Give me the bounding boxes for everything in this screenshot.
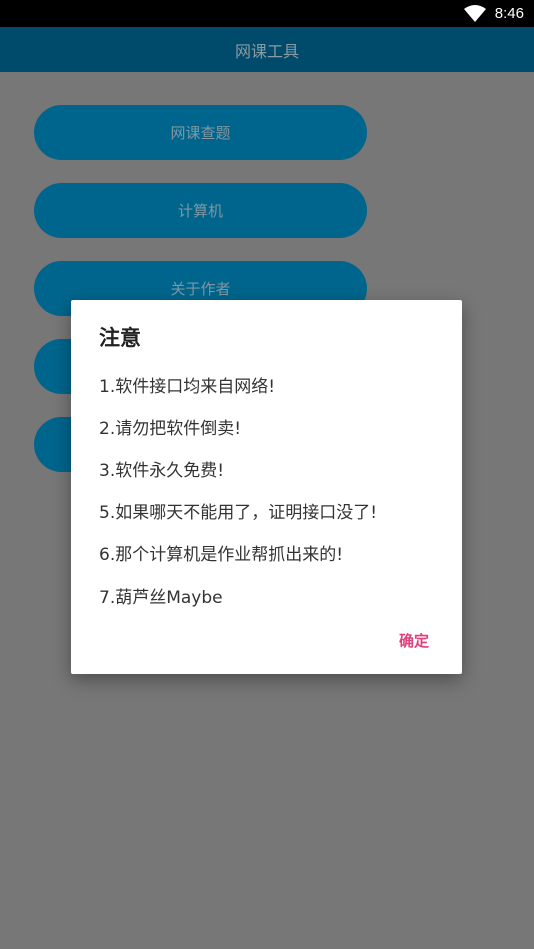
dialog-line: 2.请勿把软件倒卖! xyxy=(99,419,242,439)
dialog-line: 6.那个计算机是作业帮抓出来的! xyxy=(99,545,344,565)
dialog-line: 5.如果哪天不能用了，证明接口没了! xyxy=(99,503,378,523)
app-bar: 网课工具 xyxy=(0,27,534,72)
search-questions-button[interactable]: 网课查题 xyxy=(34,105,367,160)
calculator-button[interactable]: 计算机 xyxy=(34,183,367,238)
dialog-line: 3.软件永久免费! xyxy=(99,461,225,481)
dialog-line: 7.葫芦丝Maybe xyxy=(99,588,223,608)
status-time: 8:46 xyxy=(494,5,524,22)
wifi-icon xyxy=(464,5,486,22)
app-title: 网课工具 xyxy=(234,41,299,61)
dialog-line: 1.软件接口均来自网络! xyxy=(99,377,276,397)
notice-dialog: 注意 1.软件接口均来自网络! 2.请勿把软件倒卖! 3.软件永久免费! 5.如… xyxy=(71,300,462,674)
confirm-button[interactable]: 确定 xyxy=(399,630,429,651)
dialog-title: 注意 xyxy=(99,326,141,350)
status-bar: 8:46 xyxy=(0,0,534,27)
